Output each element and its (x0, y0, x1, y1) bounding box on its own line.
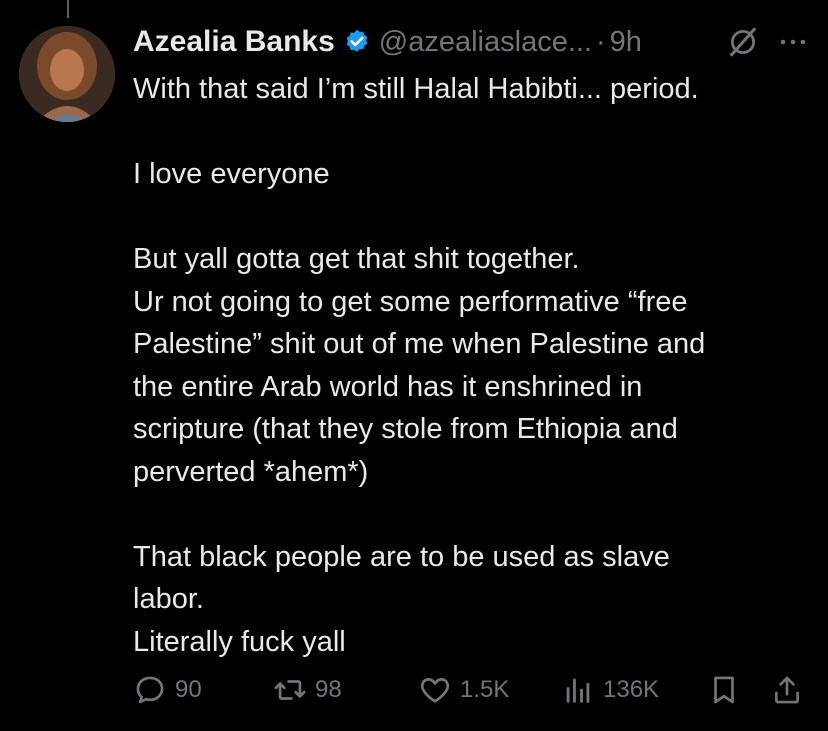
verified-badge-icon (346, 29, 368, 52)
grok-icon[interactable] (726, 25, 760, 59)
tweet-line: labor. (133, 583, 204, 615)
views-icon (566, 678, 590, 703)
thread-connector (67, 0, 69, 18)
avatar[interactable] (19, 26, 115, 122)
view-count: 136K (603, 676, 660, 703)
repost-icon (274, 680, 306, 700)
like-icon (420, 678, 450, 703)
tweet-line: But yall gotta get that shit together. (133, 243, 580, 275)
reply-count: 90 (175, 676, 202, 703)
reply-button[interactable]: 90 (133, 668, 202, 712)
repost-count: 98 (315, 676, 342, 703)
repost-button[interactable]: 98 (273, 668, 342, 712)
share-icon (775, 676, 799, 704)
views-button[interactable]: 136K (561, 668, 659, 712)
time-separator: · (596, 25, 606, 58)
tweet-line: That black people are to be used as slav… (133, 540, 670, 573)
tweet-line: the entire Arab world has it enshrined i… (133, 370, 643, 403)
reply-icon (136, 676, 164, 704)
more-icon[interactable] (776, 25, 810, 59)
action-bar: 90 98 1.5K 136K (133, 668, 810, 712)
tweet-line: Palestine” shit out of me when Palestine… (133, 328, 706, 360)
tweet-line: Literally fuck yall (133, 625, 346, 658)
avatar-image (19, 26, 115, 122)
tweet-line: Ur not going to get some performative “f… (133, 285, 688, 318)
author-name[interactable]: Azealia Banks (133, 25, 335, 59)
tweet-line: perverted *ahem*) (133, 455, 369, 488)
like-count: 1.5K (460, 676, 510, 703)
tweet-timestamp[interactable]: 9h (610, 26, 642, 59)
tweet-header: Azealia Banks @azealiaslace... · 9h (133, 20, 810, 64)
tweet-line: With that said I’m still Halal Habibti..… (133, 73, 699, 105)
share-button[interactable] (770, 668, 804, 712)
author-handle[interactable]: @azealiaslace... (379, 26, 592, 59)
tweet-body: With that said I’m still Halal Habibti..… (133, 68, 803, 663)
like-button[interactable]: 1.5K (418, 668, 509, 712)
tweet-line: scripture (that they stole from Ethiopia… (133, 413, 678, 445)
tweet-line: I love everyone (133, 158, 330, 190)
bookmark-icon (714, 676, 734, 704)
bookmark-button[interactable] (707, 668, 741, 712)
